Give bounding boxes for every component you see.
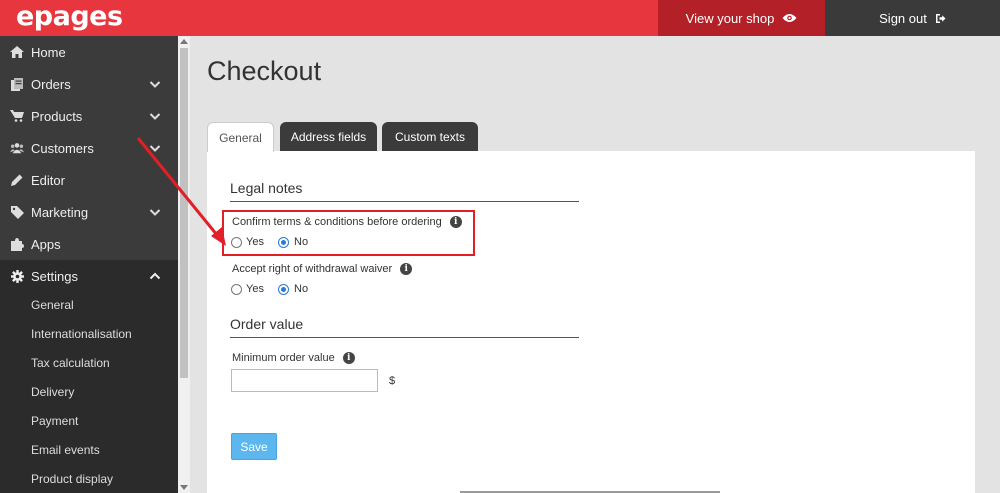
legal-notes-heading: Legal notes bbox=[230, 180, 303, 196]
highlight-box bbox=[222, 210, 475, 256]
settings-subitem-general[interactable]: General bbox=[31, 298, 74, 312]
content-panel bbox=[207, 151, 975, 493]
settings-subitem-tax-calculation[interactable]: Tax calculation bbox=[31, 356, 110, 370]
epages-logo[interactable]: epages bbox=[16, 1, 123, 32]
currency-symbol: $ bbox=[389, 375, 396, 387]
chevron-down-icon[interactable] bbox=[149, 110, 161, 122]
order-value-heading: Order value bbox=[230, 316, 304, 332]
eye-icon bbox=[782, 14, 797, 22]
sidebar-item-editor[interactable]: Editor bbox=[0, 164, 178, 196]
view-shop-label: View your shop bbox=[685, 10, 775, 26]
sidebar-item-products[interactable]: Products bbox=[0, 100, 178, 132]
withdrawal-waiver-yes-label[interactable]: Yes bbox=[246, 283, 264, 295]
home-icon bbox=[10, 45, 24, 59]
tab-custom-texts[interactable]: Custom texts bbox=[382, 122, 478, 151]
chevron-down-icon[interactable] bbox=[149, 206, 161, 218]
cart-icon bbox=[10, 109, 24, 123]
sidebar-item-label: Marketing bbox=[31, 204, 89, 220]
sidebar-item-label: Customers bbox=[31, 140, 94, 156]
sign-out-icon bbox=[935, 13, 946, 23]
scroll-up-arrow-icon[interactable] bbox=[180, 39, 188, 44]
withdrawal-waiver-label: Accept right of withdrawal waiver i bbox=[232, 263, 413, 275]
sidebar-scrollbar-thumb[interactable] bbox=[180, 48, 188, 378]
pencil-icon bbox=[10, 173, 24, 187]
sidebar-item-label: Orders bbox=[31, 76, 71, 92]
top-bar: epages View your shop Sign out bbox=[0, 0, 1000, 36]
sign-out-label: Sign out bbox=[879, 10, 927, 26]
chevron-up-icon[interactable] bbox=[149, 270, 161, 282]
sidebar-item-label: Apps bbox=[31, 236, 61, 252]
settings-section bbox=[0, 260, 178, 493]
settings-subitem-payment[interactable]: Payment bbox=[31, 414, 78, 428]
settings-subitem-delivery[interactable]: Delivery bbox=[31, 385, 74, 399]
chevron-down-icon[interactable] bbox=[149, 142, 161, 154]
sign-out-button[interactable]: Sign out bbox=[825, 0, 1000, 36]
tab-address-fields[interactable]: Address fields bbox=[280, 122, 377, 151]
sidebar-item-home[interactable]: Home bbox=[0, 36, 178, 68]
info-icon[interactable]: i bbox=[342, 352, 355, 364]
settings-subitem-internationalisation[interactable]: Internationalisation bbox=[31, 327, 132, 341]
settings-subitem-product-display[interactable]: Product display bbox=[31, 472, 113, 486]
save-button[interactable]: Save bbox=[231, 433, 277, 460]
section-divider bbox=[230, 201, 579, 202]
chevron-down-icon[interactable] bbox=[149, 78, 161, 90]
info-icon[interactable]: i bbox=[400, 263, 413, 275]
sidebar-item-settings[interactable]: Settings bbox=[0, 260, 178, 292]
sidebar-item-orders[interactable]: Orders bbox=[0, 68, 178, 100]
withdrawal-waiver-no-label[interactable]: No bbox=[294, 283, 308, 295]
page-title: Checkout bbox=[207, 56, 322, 86]
page-scrollbar[interactable] bbox=[990, 36, 1000, 493]
minimum-order-value-text: Minimum order value bbox=[232, 352, 335, 364]
sidebar-item-label: Settings bbox=[31, 268, 78, 284]
sidebar-item-label: Home bbox=[31, 44, 66, 60]
users-icon bbox=[10, 141, 24, 155]
sidebar: Home Orders Products Customers Editor Ma… bbox=[0, 36, 178, 493]
sidebar-item-customers[interactable]: Customers bbox=[0, 132, 178, 164]
sidebar-item-apps[interactable]: Apps bbox=[0, 228, 178, 260]
sidebar-item-label: Products bbox=[31, 108, 83, 124]
sidebar-item-label: Editor bbox=[31, 172, 65, 188]
minimum-order-value-label: Minimum order value i bbox=[232, 352, 355, 364]
view-shop-button[interactable]: View your shop bbox=[658, 0, 825, 36]
tag-icon bbox=[10, 205, 24, 219]
section-divider bbox=[230, 337, 579, 338]
minimum-order-value-input[interactable] bbox=[231, 369, 378, 392]
settings-subitem-email-events[interactable]: Email events bbox=[31, 443, 100, 457]
withdrawal-waiver-no-radio[interactable] bbox=[278, 284, 289, 295]
tab-general[interactable]: General bbox=[207, 122, 274, 152]
withdrawal-waiver-yes-radio[interactable] bbox=[231, 284, 242, 295]
scroll-down-arrow-icon[interactable] bbox=[180, 485, 188, 490]
puzzle-icon bbox=[10, 237, 24, 251]
withdrawal-waiver-text: Accept right of withdrawal waiver bbox=[232, 263, 393, 275]
orders-icon bbox=[10, 77, 24, 91]
sidebar-item-marketing[interactable]: Marketing bbox=[0, 196, 178, 228]
gear-icon bbox=[10, 269, 24, 283]
